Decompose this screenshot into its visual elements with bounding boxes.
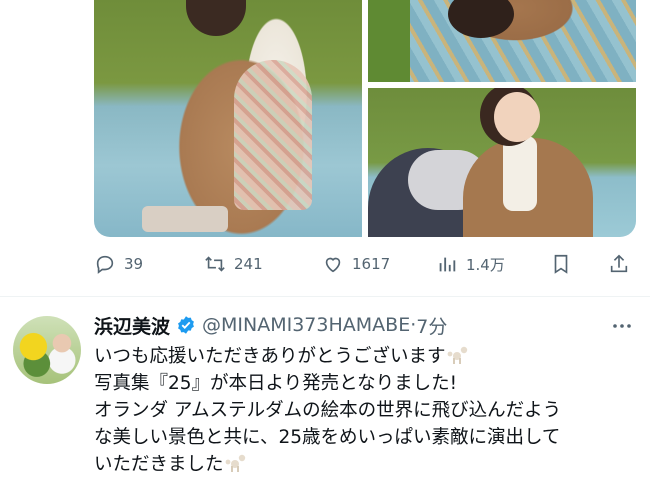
bookmark-icon — [554, 254, 568, 274]
tweet-line-2: 写真集『25』が本日より発売となりました! — [94, 373, 458, 394]
tweet-text: いつも応援いただきありがとうございます 写真集『25』が本日より発売となりました… — [94, 343, 634, 478]
views-button[interactable]: 1.4万 — [436, 250, 505, 278]
author-handle[interactable]: @MINAMI373HAMABE — [202, 314, 410, 336]
tweet-line-3: オランダ アムステルダムの絵本の世界に飛び込んだよう — [94, 400, 562, 421]
bookmark-button[interactable] — [550, 250, 572, 278]
author-name[interactable]: 浜辺美波 — [94, 312, 170, 339]
reply-button[interactable]: 39 — [94, 250, 143, 278]
tweet-line-4: な美しい景色と共に、25歳をめいっぱい素敵に演出して — [94, 427, 561, 448]
like-icon — [325, 257, 341, 273]
tweet-action-bar: 39 241 1617 1.4万 — [94, 250, 634, 278]
tweet-timestamp[interactable]: 7分 — [416, 312, 447, 339]
share-icon — [610, 254, 628, 273]
like-button[interactable]: 1617 — [322, 250, 390, 278]
share-button[interactable] — [608, 250, 630, 278]
verified-badge-icon — [178, 316, 194, 334]
tweet-divider — [0, 296, 650, 297]
tweet-media-grid — [94, 0, 636, 237]
like-count: 1617 — [352, 255, 391, 273]
more-options-button[interactable] — [610, 316, 634, 336]
views-icon — [439, 257, 456, 272]
retweet-button[interactable]: 241 — [204, 250, 263, 278]
poodle-emoji-icon — [225, 454, 245, 472]
photo-3[interactable] — [368, 88, 636, 237]
retweet-icon — [205, 256, 225, 272]
photo-2[interactable] — [368, 0, 636, 82]
tweet-header: 浜辺美波 @MINAMI373HAMABE · 7分 — [94, 312, 447, 338]
reply-count: 39 — [124, 255, 144, 273]
poodle-emoji-icon — [447, 346, 467, 364]
reply-icon — [96, 255, 114, 274]
tweet-line-5: いただきました — [94, 451, 634, 478]
avatar[interactable] — [13, 316, 81, 384]
retweet-count: 241 — [234, 255, 263, 273]
views-count: 1.4万 — [466, 255, 505, 274]
photo-1[interactable] — [94, 0, 362, 237]
more-icon — [613, 324, 631, 328]
tweet-line-1: いつも応援いただきありがとうございます — [94, 343, 634, 370]
